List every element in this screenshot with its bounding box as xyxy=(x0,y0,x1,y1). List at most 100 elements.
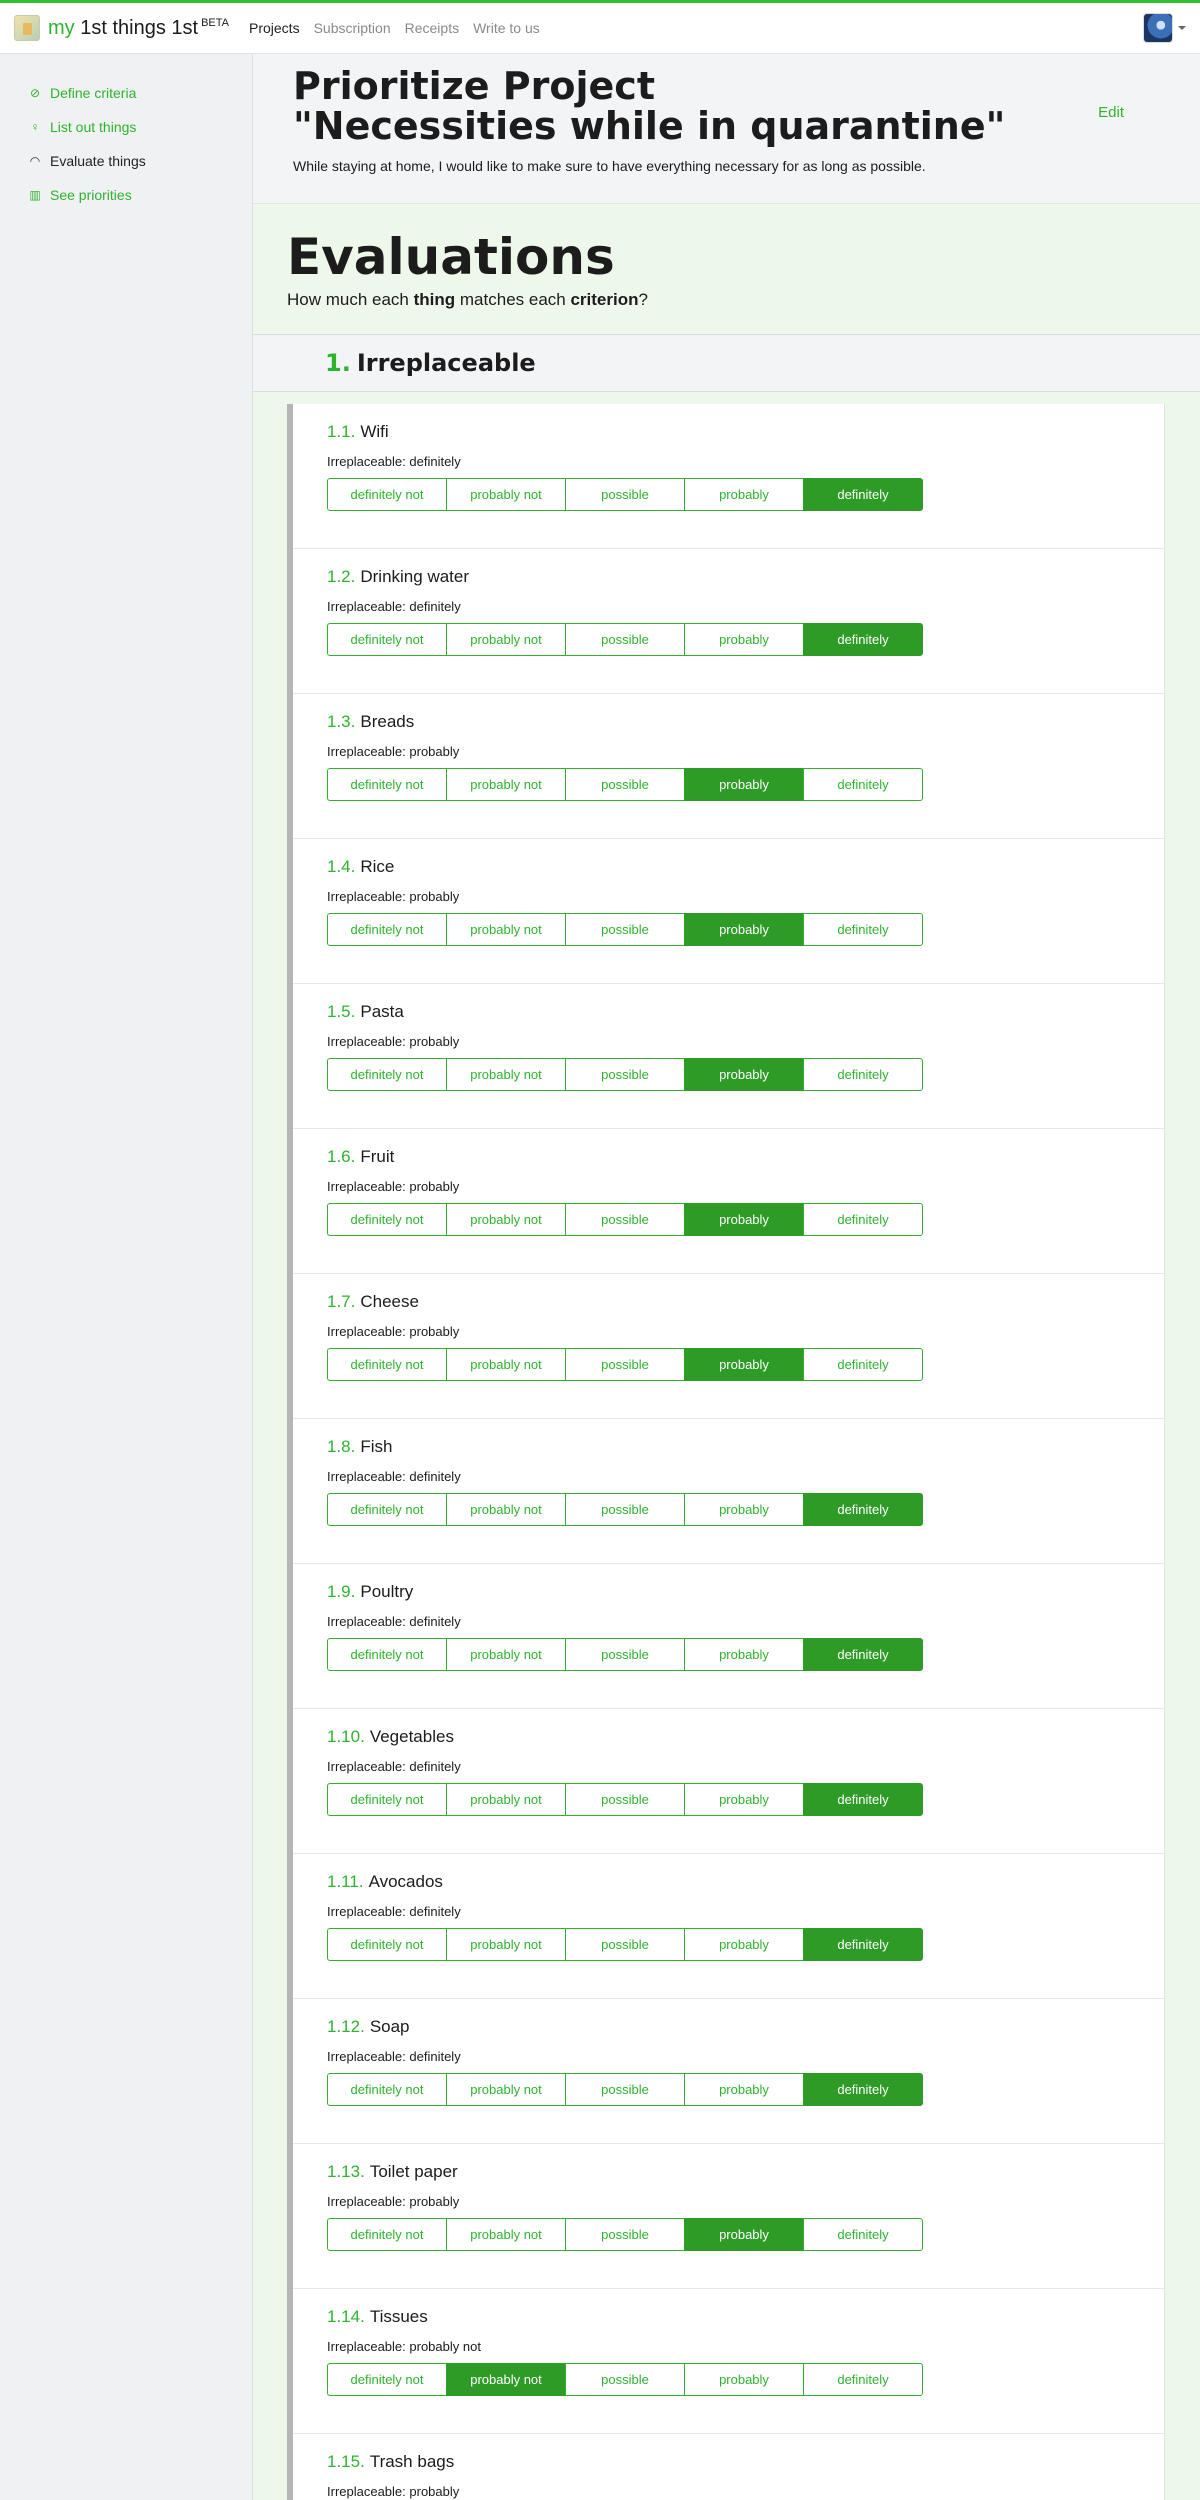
rating-option-definitely[interactable]: definitely xyxy=(803,2363,923,2396)
subtitle-text: ? xyxy=(638,290,648,309)
rating-option-probably[interactable]: probably xyxy=(684,478,804,511)
rating-option-probably-not[interactable]: probably not xyxy=(446,1928,566,1961)
rating-option-definitely[interactable]: definitely xyxy=(803,1203,923,1236)
rating-option-probably[interactable]: probably xyxy=(684,2218,804,2251)
rating-option-probably[interactable]: probably xyxy=(684,2363,804,2396)
rating-option-probably-not[interactable]: probably not xyxy=(446,1493,566,1526)
rating-option-possible[interactable]: possible xyxy=(565,2218,685,2251)
brand-logo[interactable]: my 1st things 1st BETA xyxy=(14,15,229,41)
thing-index: 1.6. xyxy=(327,1147,356,1166)
rating-option-probably[interactable]: probably xyxy=(684,1203,804,1236)
rating-option-possible[interactable]: possible xyxy=(565,478,685,511)
nav-write-to-us[interactable]: Write to us xyxy=(473,20,540,36)
rating-option-possible[interactable]: possible xyxy=(565,1058,685,1091)
rating-option-definitely-not[interactable]: definitely not xyxy=(327,1493,447,1526)
rating-option-probably-not[interactable]: probably not xyxy=(446,623,566,656)
list-item: 1.14. Tissues Irreplaceable: probably not d… xyxy=(293,2289,1164,2434)
rating-option-definitely[interactable]: definitely xyxy=(803,2073,923,2106)
rating-option-probably[interactable]: probably xyxy=(684,1348,804,1381)
rating-option-possible[interactable]: possible xyxy=(565,2073,685,2106)
rating-button-group: definitely not probably not possible probab… xyxy=(327,1058,923,1091)
rating-option-probably-not[interactable]: probably not xyxy=(446,1638,566,1671)
rating-option-possible[interactable]: possible xyxy=(565,768,685,801)
edit-project-link[interactable]: Edit xyxy=(1098,104,1124,121)
rating-option-definitely[interactable]: definitely xyxy=(803,1638,923,1671)
rating-option-definitely-not[interactable]: definitely not xyxy=(327,2363,447,2396)
rating-option-possible[interactable]: possible xyxy=(565,623,685,656)
thing-name: Rice xyxy=(360,857,395,876)
rating-option-probably-not[interactable]: probably not xyxy=(446,1783,566,1816)
rating-option-definitely[interactable]: definitely xyxy=(803,1058,923,1091)
rating-option-definitely[interactable]: definitely xyxy=(803,1348,923,1381)
thing-name: Cheese xyxy=(360,1292,419,1311)
rating-option-probably-not[interactable]: probably not xyxy=(446,2218,566,2251)
list-item: 1.7. Cheese Irreplaceable: probably definit… xyxy=(293,1274,1164,1419)
rating-button-group: definitely not probably not possible probab… xyxy=(327,623,923,656)
nav-receipts[interactable]: Receipts xyxy=(405,20,459,36)
rating-option-definitely-not[interactable]: definitely not xyxy=(327,913,447,946)
rating-option-definitely-not[interactable]: definitely not xyxy=(327,2073,447,2106)
rating-option-possible[interactable]: possible xyxy=(565,1928,685,1961)
rating-option-probably-not[interactable]: probably not xyxy=(446,1348,566,1381)
rating-option-definitely[interactable]: definitely xyxy=(803,913,923,946)
rating-option-probably-not[interactable]: probably not xyxy=(446,1058,566,1091)
sidebar-item-evaluate-things[interactable]: ◠ Evaluate things xyxy=(0,144,252,178)
rating-button-group: definitely not probably not possible probab… xyxy=(327,1928,923,1961)
evaluation-status: Irreplaceable: definitely xyxy=(327,454,461,469)
main-nav: Projects Subscription Receipts Write to … xyxy=(249,20,540,36)
rating-option-probably[interactable]: probably xyxy=(684,623,804,656)
rating-option-definitely[interactable]: definitely xyxy=(803,623,923,656)
rating-option-definitely-not[interactable]: definitely not xyxy=(327,1783,447,1816)
criterion-name: Irreplaceable xyxy=(356,349,536,377)
rating-option-definitely-not[interactable]: definitely not xyxy=(327,1203,447,1236)
thing-index: 1.1. xyxy=(327,422,356,441)
rating-option-definitely-not[interactable]: definitely not xyxy=(327,1928,447,1961)
rating-option-possible[interactable]: possible xyxy=(565,1348,685,1381)
sidebar: ⊘ Define criteria ♀ List out things ◠ Ev… xyxy=(0,54,253,2500)
user-menu[interactable] xyxy=(1143,13,1186,43)
rating-option-possible[interactable]: possible xyxy=(565,1783,685,1816)
rating-option-definitely-not[interactable]: definitely not xyxy=(327,1638,447,1671)
rating-option-probably[interactable]: probably xyxy=(684,1058,804,1091)
rating-option-definitely[interactable]: definitely xyxy=(803,2218,923,2251)
sidebar-item-see-priorities[interactable]: ▥ See priorities xyxy=(0,178,252,212)
sidebar-item-list-out-things[interactable]: ♀ List out things xyxy=(0,110,252,144)
nav-projects[interactable]: Projects xyxy=(249,20,300,36)
rating-option-definitely[interactable]: definitely xyxy=(803,1928,923,1961)
rating-option-possible[interactable]: possible xyxy=(565,1493,685,1526)
beta-badge: BETA xyxy=(201,16,229,29)
rating-option-probably[interactable]: probably xyxy=(684,913,804,946)
rating-option-probably-not[interactable]: probably not xyxy=(446,913,566,946)
rating-option-probably-not[interactable]: probably not xyxy=(446,478,566,511)
rating-option-probably-not[interactable]: probably not xyxy=(446,1203,566,1236)
rating-option-definitely[interactable]: definitely xyxy=(803,478,923,511)
rating-option-probably[interactable]: probably xyxy=(684,1493,804,1526)
rating-option-probably[interactable]: probably xyxy=(684,2073,804,2106)
rating-option-possible[interactable]: possible xyxy=(565,2363,685,2396)
rating-option-definitely-not[interactable]: definitely not xyxy=(327,1058,447,1091)
rating-option-possible[interactable]: possible xyxy=(565,913,685,946)
thing-title: 1.12. Soap xyxy=(327,2017,410,2037)
rating-option-definitely-not[interactable]: definitely not xyxy=(327,2218,447,2251)
rating-option-definitely[interactable]: definitely xyxy=(803,1493,923,1526)
list-item: 1.3. Breads Irreplaceable: probably definit… xyxy=(293,694,1164,839)
rating-option-probably[interactable]: probably xyxy=(684,1783,804,1816)
rating-option-definitely-not[interactable]: definitely not xyxy=(327,478,447,511)
rating-option-probably[interactable]: probably xyxy=(684,768,804,801)
rating-option-probably-not[interactable]: probably not xyxy=(446,2073,566,2106)
sidebar-item-define-criteria[interactable]: ⊘ Define criteria xyxy=(0,76,252,110)
rating-option-possible[interactable]: possible xyxy=(565,1638,685,1671)
nav-subscription[interactable]: Subscription xyxy=(314,20,391,36)
evaluation-status: Irreplaceable: probably xyxy=(327,2194,460,2209)
rating-option-definitely-not[interactable]: definitely not xyxy=(327,1348,447,1381)
rating-option-probably-not[interactable]: probably not xyxy=(446,768,566,801)
rating-option-probably[interactable]: probably xyxy=(684,1638,804,1671)
rating-option-definitely[interactable]: definitely xyxy=(803,1783,923,1816)
rating-option-definitely[interactable]: definitely xyxy=(803,768,923,801)
rating-option-probably-not[interactable]: probably not xyxy=(446,2363,566,2396)
rating-option-definitely-not[interactable]: definitely not xyxy=(327,768,447,801)
thing-index: 1.8. xyxy=(327,1437,356,1456)
rating-option-probably[interactable]: probably xyxy=(684,1928,804,1961)
rating-option-definitely-not[interactable]: definitely not xyxy=(327,623,447,656)
rating-option-possible[interactable]: possible xyxy=(565,1203,685,1236)
